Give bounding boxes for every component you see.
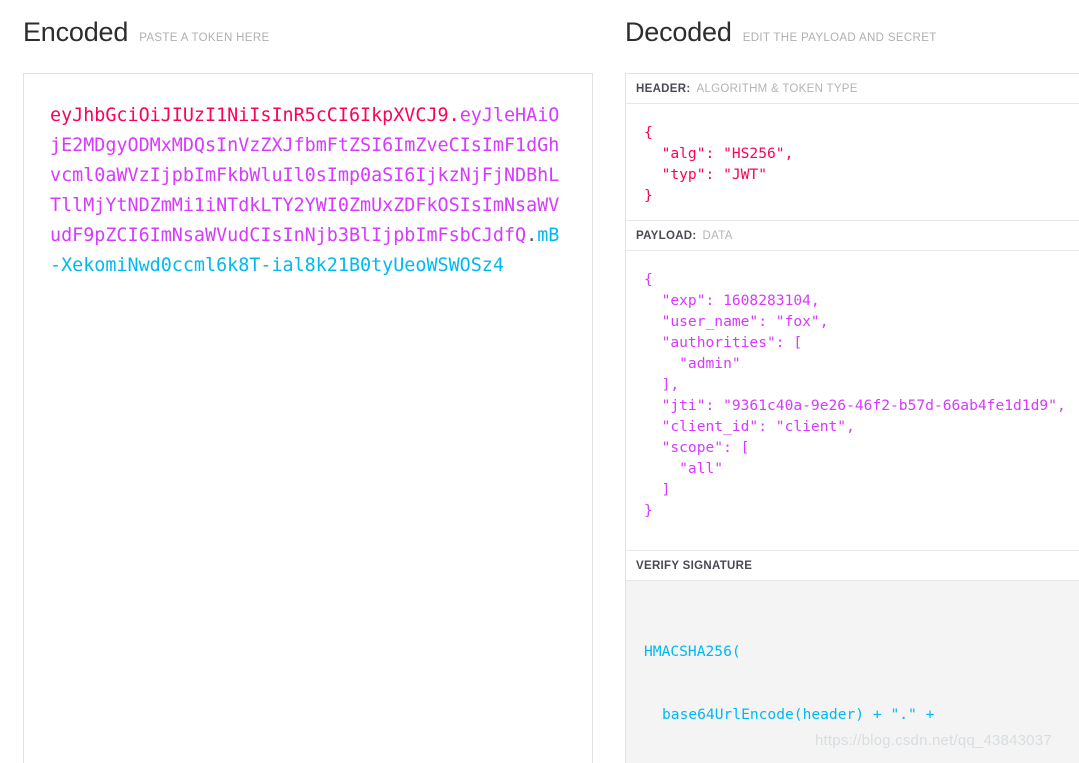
- encoded-title: Encoded: [23, 17, 129, 47]
- token-separator-1: .: [448, 105, 460, 126]
- payload-label-key: PAYLOAD:: [636, 229, 697, 242]
- token-separator-2: .: [526, 225, 538, 246]
- encoded-panel-heading: Encoded PASTE A TOKEN HERE: [23, 17, 270, 48]
- signature-label-key: VERIFY SIGNATURE: [636, 559, 753, 572]
- token-payload-segment: eyJleHAiOjE2MDgyODMxMDQsInVzZXJfbmFtZSI6…: [50, 105, 560, 246]
- payload-json-editor[interactable]: { "exp": 1608283104, "user_name": "fox",…: [626, 251, 1079, 551]
- jwt-debugger-page: Encoded PASTE A TOKEN HERE eyJhbGciOiJIU…: [0, 0, 1079, 763]
- encoded-token-box[interactable]: eyJhbGciOiJIUzI1NiIsInR5cCI6IkpXVCJ9.eyJ…: [23, 73, 593, 763]
- base64-header-line: base64UrlEncode(header) + "." +: [662, 706, 935, 723]
- token-header-segment: eyJhbGciOiJIUzI1NiIsInR5cCI6IkpXVCJ9: [50, 105, 449, 126]
- payload-label-value: DATA: [702, 229, 733, 242]
- decoded-subtitle: EDIT THE PAYLOAD AND SECRET: [742, 32, 937, 44]
- encoded-subtitle: PASTE A TOKEN HERE: [139, 32, 270, 44]
- encoded-token-text[interactable]: eyJhbGciOiJIUzI1NiIsInR5cCI6IkpXVCJ9.eyJ…: [24, 74, 592, 281]
- header-section-label: HEADER: ALGORITHM & TOKEN TYPE: [626, 74, 1079, 104]
- signature-section-label: VERIFY SIGNATURE: [626, 551, 1079, 581]
- header-label-value: ALGORITHM & TOKEN TYPE: [696, 82, 858, 95]
- hmac-function-line: HMACSHA256(: [644, 643, 741, 660]
- decoded-panel-heading: Decoded EDIT THE PAYLOAD AND SECRET: [625, 17, 937, 48]
- decoded-title: Decoded: [625, 17, 732, 47]
- payload-section-label: PAYLOAD: DATA: [626, 221, 1079, 251]
- header-json-editor[interactable]: { "alg": "HS256", "typ": "JWT" }: [626, 104, 1079, 221]
- header-label-key: HEADER:: [636, 82, 691, 95]
- signature-verify-area: HMACSHA256( base64UrlEncode(header) + ".…: [626, 581, 1079, 763]
- decoded-panel: HEADER: ALGORITHM & TOKEN TYPE { "alg": …: [625, 73, 1079, 763]
